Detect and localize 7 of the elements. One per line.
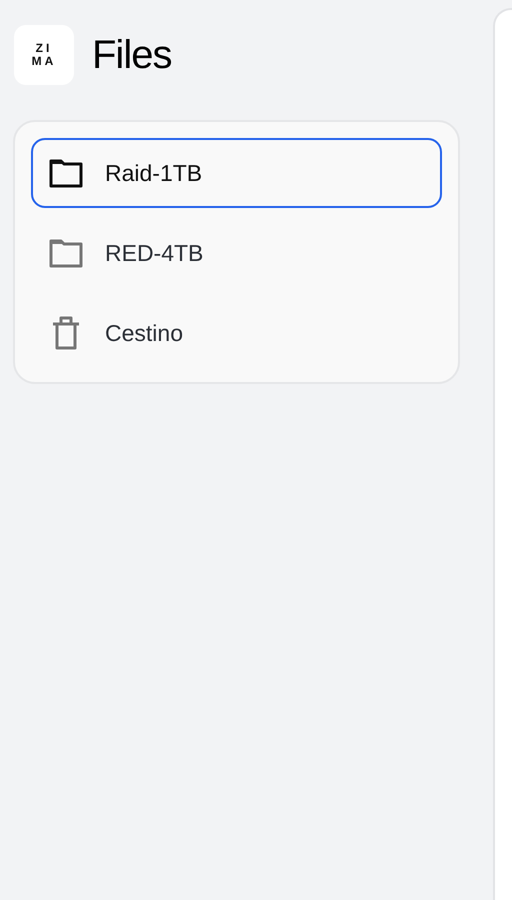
sidebar-item[interactable]: RED-4TB (31, 218, 442, 288)
folder-icon (49, 238, 83, 268)
sidebar-item[interactable]: Cestino (31, 298, 442, 368)
folder-icon (49, 158, 83, 188)
app-title: Files (92, 32, 172, 78)
logo: ZI MA (14, 25, 74, 85)
sidebar-item[interactable]: Raid-1TB (31, 138, 442, 208)
